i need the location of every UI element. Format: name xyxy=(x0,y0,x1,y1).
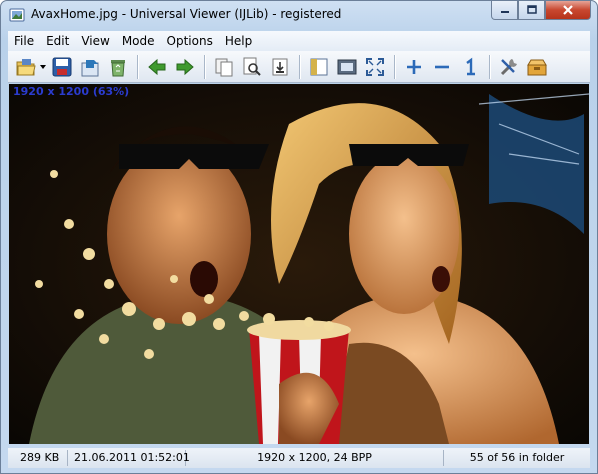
status-date: 21.06.2011 01:52:01 xyxy=(68,450,190,466)
plugins-icon xyxy=(527,59,547,75)
open-icon xyxy=(16,58,36,75)
minimize-button[interactable] xyxy=(491,1,518,20)
image-viewer[interactable]: 1920 x 1200 (63%) xyxy=(9,84,589,444)
delete-button[interactable] xyxy=(106,55,130,79)
menu-file[interactable]: File xyxy=(8,31,40,51)
previous-icon xyxy=(148,58,166,75)
app-window: AvaxHome.jpg - Universal Viewer (IJLib) … xyxy=(0,0,598,474)
close-button[interactable] xyxy=(545,1,591,20)
reload-button[interactable] xyxy=(78,55,102,79)
image-info-overlay: 1920 x 1200 (63%) xyxy=(13,85,130,98)
toolbar-separator xyxy=(489,54,490,79)
menu-edit[interactable]: Edit xyxy=(40,31,75,51)
reload-icon xyxy=(81,59,99,76)
status-folder-position: 55 of 56 in folder xyxy=(469,451,565,464)
save-icon xyxy=(52,57,72,76)
minimize-icon xyxy=(500,11,509,13)
menu-mode[interactable]: Mode xyxy=(116,31,161,51)
zoom-in-button[interactable] xyxy=(402,55,426,79)
menu-bar: File Edit View Mode Options Help xyxy=(8,31,590,51)
fullscreen-button[interactable] xyxy=(363,55,387,79)
fit-window-button[interactable] xyxy=(307,55,331,79)
toolbar xyxy=(8,51,590,83)
menu-options[interactable]: Options xyxy=(161,31,219,51)
copy-button[interactable] xyxy=(212,55,236,79)
plugins-button[interactable] xyxy=(525,55,549,79)
zoom-out-icon xyxy=(435,65,449,68)
open-dropdown-icon xyxy=(40,64,46,69)
fit-window-icon xyxy=(310,58,328,75)
next-icon xyxy=(176,58,194,75)
status-dimensions: 1920 x 1200, 24 BPP xyxy=(186,450,444,466)
zoom-out-button[interactable] xyxy=(430,55,454,79)
open-dropdown-button[interactable] xyxy=(38,55,48,79)
zoom-in-icon xyxy=(407,59,421,74)
open-button[interactable] xyxy=(14,55,38,79)
settings-icon xyxy=(500,58,517,75)
app-icon[interactable] xyxy=(9,7,25,23)
slideshow-button[interactable] xyxy=(335,55,359,79)
save-button[interactable] xyxy=(50,55,74,79)
previous-button[interactable] xyxy=(145,55,169,79)
export-button[interactable] xyxy=(268,55,292,79)
print-preview-button[interactable] xyxy=(240,55,264,79)
export-icon xyxy=(272,58,288,75)
toolbar-separator xyxy=(204,54,205,79)
close-icon xyxy=(563,5,573,15)
recycle-bin-icon xyxy=(111,59,125,76)
fullscreen-icon xyxy=(366,57,384,76)
window-controls xyxy=(491,1,591,21)
status-file-size: 289 KB xyxy=(8,450,68,466)
next-button[interactable] xyxy=(173,55,197,79)
menu-help[interactable]: Help xyxy=(219,31,258,51)
settings-button[interactable] xyxy=(497,55,521,79)
zoom-original-button[interactable] xyxy=(458,55,482,79)
maximize-button[interactable] xyxy=(518,1,545,20)
maximize-icon xyxy=(526,5,537,14)
toolbar-separator xyxy=(394,54,395,79)
zoom-original-icon xyxy=(466,57,475,75)
displayed-photo xyxy=(9,84,589,444)
copy-icon xyxy=(215,58,233,76)
window-title: AvaxHome.jpg - Universal Viewer (IJLib) … xyxy=(31,7,342,21)
print-preview-icon xyxy=(243,57,261,76)
toolbar-separator xyxy=(299,54,300,79)
toolbar-separator xyxy=(137,54,138,79)
title-bar[interactable]: AvaxHome.jpg - Universal Viewer (IJLib) … xyxy=(1,1,597,31)
menu-view[interactable]: View xyxy=(75,31,115,51)
slideshow-icon xyxy=(337,59,357,74)
status-bar: 289 KB 21.06.2011 01:52:01 1920 x 1200, … xyxy=(8,448,590,468)
